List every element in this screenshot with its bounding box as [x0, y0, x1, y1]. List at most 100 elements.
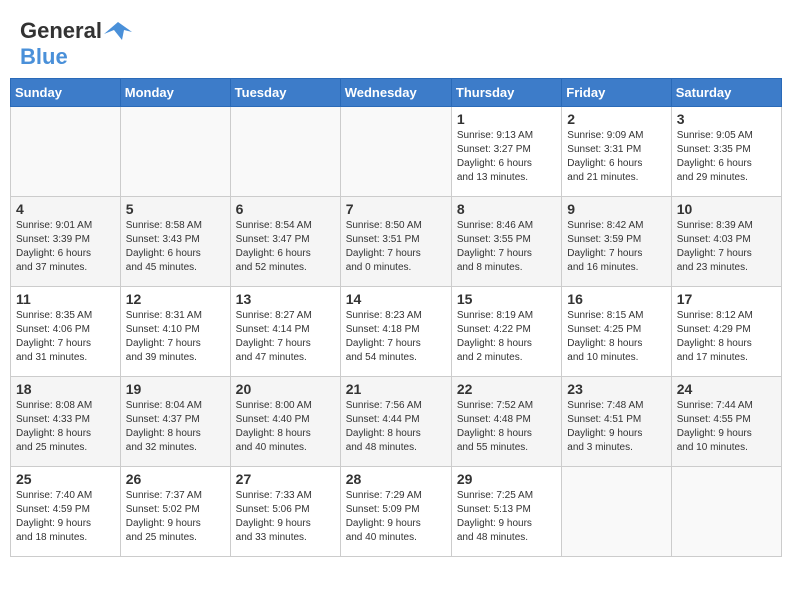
day-info: Sunrise: 7:52 AM Sunset: 4:48 PM Dayligh…: [457, 399, 556, 455]
calendar-day-cell: [11, 107, 121, 197]
calendar-week-row: 11Sunrise: 8:35 AM Sunset: 4:06 PM Dayli…: [11, 287, 782, 377]
logo: General Blue: [20, 18, 132, 70]
calendar-day-cell: 19 Sunrise: 8:04 AM Sunset: 4:37 PM Dayli…: [120, 377, 230, 467]
calendar-day-cell: 28 Sunrise: 7:29 AM Sunset: 5:09 PM Dayli…: [340, 467, 451, 557]
day-number: 18: [16, 381, 115, 397]
calendar-week-row: 4 Sunrise: 9:01 AM Sunset: 3:39 PM Daylig…: [11, 197, 782, 287]
day-number: 2: [567, 111, 665, 127]
day-info: Sunrise: 7:25 AM Sunset: 5:13 PM Dayligh…: [457, 489, 556, 545]
day-number: 29: [457, 471, 556, 487]
calendar-week-row: 18 Sunrise: 8:08 AM Sunset: 4:33 PM Dayli…: [11, 377, 782, 467]
day-info: Sunrise: 8:19 AM Sunset: 4:22 PM Dayligh…: [457, 309, 556, 365]
day-number: 17: [677, 291, 776, 307]
day-info: Sunrise: 7:56 AM Sunset: 4:44 PM Dayligh…: [346, 399, 446, 455]
calendar-day-header: Saturday: [671, 79, 781, 107]
calendar-day-cell: 4 Sunrise: 9:01 AM Sunset: 3:39 PM Daylig…: [11, 197, 121, 287]
day-number: 9: [567, 201, 665, 217]
day-number: 21: [346, 381, 446, 397]
calendar-day-cell: 21 Sunrise: 7:56 AM Sunset: 4:44 PM Dayli…: [340, 377, 451, 467]
calendar-day-cell: 25 Sunrise: 7:40 AM Sunset: 4:59 PM Dayli…: [11, 467, 121, 557]
day-number: 13: [236, 291, 335, 307]
calendar-day-cell: [230, 107, 340, 197]
day-number: 20: [236, 381, 335, 397]
calendar-day-cell: 18 Sunrise: 8:08 AM Sunset: 4:33 PM Dayli…: [11, 377, 121, 467]
calendar-day-cell: 22 Sunrise: 7:52 AM Sunset: 4:48 PM Dayli…: [451, 377, 561, 467]
day-info: Sunrise: 7:40 AM Sunset: 4:59 PM Dayligh…: [16, 489, 115, 545]
calendar-week-row: 1 Sunrise: 9:13 AM Sunset: 3:27 PM Daylig…: [11, 107, 782, 197]
day-number: 22: [457, 381, 556, 397]
day-info: Sunrise: 8:04 AM Sunset: 4:37 PM Dayligh…: [126, 399, 225, 455]
day-number: 5: [126, 201, 225, 217]
calendar-day-cell: [120, 107, 230, 197]
day-number: 23: [567, 381, 665, 397]
day-number: 7: [346, 201, 446, 217]
day-info: Sunrise: 8:39 AM Sunset: 4:03 PM Dayligh…: [677, 219, 776, 275]
day-info: Sunrise: 8:23 AM Sunset: 4:18 PM Dayligh…: [346, 309, 446, 365]
calendar-day-cell: 7 Sunrise: 8:50 AM Sunset: 3:51 PM Daylig…: [340, 197, 451, 287]
day-info: Sunrise: 7:29 AM Sunset: 5:09 PM Dayligh…: [346, 489, 446, 545]
calendar-header-row: SundayMondayTuesdayWednesdayThursdayFrid…: [11, 79, 782, 107]
calendar-day-cell: 3 Sunrise: 9:05 AM Sunset: 3:35 PM Daylig…: [671, 107, 781, 197]
day-number: 10: [677, 201, 776, 217]
calendar-day-cell: 1 Sunrise: 9:13 AM Sunset: 3:27 PM Daylig…: [451, 107, 561, 197]
day-number: 19: [126, 381, 225, 397]
day-info: Sunrise: 8:35 AM Sunset: 4:06 PM Dayligh…: [16, 309, 115, 365]
calendar-day-header: Thursday: [451, 79, 561, 107]
day-info: Sunrise: 8:58 AM Sunset: 3:43 PM Dayligh…: [126, 219, 225, 275]
calendar-day-cell: 9Sunrise: 8:42 AM Sunset: 3:59 PM Daylig…: [562, 197, 671, 287]
day-number: 3: [677, 111, 776, 127]
day-info: Sunrise: 7:37 AM Sunset: 5:02 PM Dayligh…: [126, 489, 225, 545]
day-number: 15: [457, 291, 556, 307]
day-info: Sunrise: 8:12 AM Sunset: 4:29 PM Dayligh…: [677, 309, 776, 365]
day-info: Sunrise: 8:15 AM Sunset: 4:25 PM Dayligh…: [567, 309, 665, 365]
day-info: Sunrise: 9:01 AM Sunset: 3:39 PM Dayligh…: [16, 219, 115, 275]
day-number: 4: [16, 201, 115, 217]
day-number: 16: [567, 291, 665, 307]
calendar-day-cell: 11Sunrise: 8:35 AM Sunset: 4:06 PM Dayli…: [11, 287, 121, 377]
calendar-day-cell: 15 Sunrise: 8:19 AM Sunset: 4:22 PM Dayli…: [451, 287, 561, 377]
day-number: 6: [236, 201, 335, 217]
calendar-day-header: Wednesday: [340, 79, 451, 107]
day-number: 14: [346, 291, 446, 307]
calendar-day-cell: [340, 107, 451, 197]
day-number: 28: [346, 471, 446, 487]
calendar-day-header: Monday: [120, 79, 230, 107]
calendar-day-cell: 5 Sunrise: 8:58 AM Sunset: 3:43 PM Daylig…: [120, 197, 230, 287]
day-info: Sunrise: 7:33 AM Sunset: 5:06 PM Dayligh…: [236, 489, 335, 545]
calendar-day-cell: 12Sunrise: 8:31 AM Sunset: 4:10 PM Dayli…: [120, 287, 230, 377]
day-info: Sunrise: 7:48 AM Sunset: 4:51 PM Dayligh…: [567, 399, 665, 455]
day-info: Sunrise: 8:08 AM Sunset: 4:33 PM Dayligh…: [16, 399, 115, 455]
calendar-day-cell: 29 Sunrise: 7:25 AM Sunset: 5:13 PM Dayli…: [451, 467, 561, 557]
day-info: Sunrise: 8:46 AM Sunset: 3:55 PM Dayligh…: [457, 219, 556, 275]
calendar-day-cell: 8Sunrise: 8:46 AM Sunset: 3:55 PM Daylig…: [451, 197, 561, 287]
calendar-day-cell: 14 Sunrise: 8:23 AM Sunset: 4:18 PM Dayli…: [340, 287, 451, 377]
calendar-day-cell: 23 Sunrise: 7:48 AM Sunset: 4:51 PM Dayli…: [562, 377, 671, 467]
header: General Blue: [10, 10, 782, 74]
day-number: 26: [126, 471, 225, 487]
calendar-day-cell: 17 Sunrise: 8:12 AM Sunset: 4:29 PM Dayli…: [671, 287, 781, 377]
day-info: Sunrise: 7:44 AM Sunset: 4:55 PM Dayligh…: [677, 399, 776, 455]
day-number: 25: [16, 471, 115, 487]
day-number: 1: [457, 111, 556, 127]
calendar-day-header: Friday: [562, 79, 671, 107]
calendar-day-cell: 16 Sunrise: 8:15 AM Sunset: 4:25 PM Dayli…: [562, 287, 671, 377]
calendar-day-cell: [562, 467, 671, 557]
day-info: Sunrise: 9:05 AM Sunset: 3:35 PM Dayligh…: [677, 129, 776, 185]
calendar-day-cell: 27 Sunrise: 7:33 AM Sunset: 5:06 PM Dayli…: [230, 467, 340, 557]
calendar-day-cell: 26 Sunrise: 7:37 AM Sunset: 5:02 PM Dayli…: [120, 467, 230, 557]
day-info: Sunrise: 8:50 AM Sunset: 3:51 PM Dayligh…: [346, 219, 446, 275]
logo-bird-icon: [104, 20, 132, 42]
day-info: Sunrise: 9:13 AM Sunset: 3:27 PM Dayligh…: [457, 129, 556, 185]
calendar-day-cell: 2Sunrise: 9:09 AM Sunset: 3:31 PM Daylig…: [562, 107, 671, 197]
calendar-day-cell: [671, 467, 781, 557]
calendar-day-header: Sunday: [11, 79, 121, 107]
logo-general-text: General: [20, 18, 102, 44]
day-number: 12: [126, 291, 225, 307]
day-number: 27: [236, 471, 335, 487]
logo-blue-text: Blue: [20, 44, 68, 69]
calendar-day-cell: 20Sunrise: 8:00 AM Sunset: 4:40 PM Dayli…: [230, 377, 340, 467]
calendar-week-row: 25 Sunrise: 7:40 AM Sunset: 4:59 PM Dayli…: [11, 467, 782, 557]
calendar-day-cell: 10 Sunrise: 8:39 AM Sunset: 4:03 PM Dayli…: [671, 197, 781, 287]
calendar-table: SundayMondayTuesdayWednesdayThursdayFrid…: [10, 78, 782, 557]
calendar-day-header: Tuesday: [230, 79, 340, 107]
